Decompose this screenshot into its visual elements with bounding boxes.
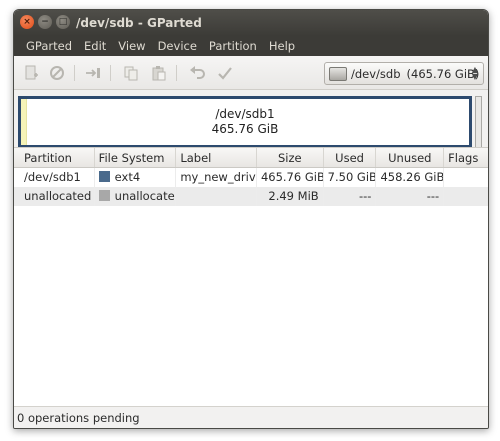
cell-size: 465.76 GiB (257, 168, 324, 187)
toolbar-separator (74, 65, 75, 81)
maximize-button[interactable]: □ (56, 15, 70, 29)
device-name: /dev/sdb (351, 66, 401, 81)
col-label[interactable]: Label (176, 148, 257, 167)
menu-view[interactable]: View (112, 39, 151, 53)
toolbar: /dev/sdb (465.76 GiB) ▲ ▼ (14, 56, 488, 90)
cell-file-system: ext4 (95, 168, 177, 187)
col-unused[interactable]: Unused (376, 148, 445, 167)
cell-file-system: unallocated (95, 187, 177, 206)
cell-partition: /dev/sdb1 (14, 168, 95, 187)
disk-graph: /dev/sdb1 465.76 GiB (14, 90, 488, 154)
unallocated-graph[interactable] (475, 96, 482, 148)
filesystem-name: ext4 (114, 170, 141, 184)
partition-graph-size: 465.76 GiB (211, 122, 279, 136)
resize-move-icon[interactable] (84, 64, 102, 82)
cell-partition: unallocated (14, 187, 95, 206)
cell-flags (444, 187, 488, 206)
harddisk-icon (329, 66, 347, 81)
cell-unused: 458.26 GiB (376, 168, 445, 187)
menu-partition[interactable]: Partition (203, 39, 263, 53)
copy-icon[interactable] (122, 64, 140, 82)
undo-icon[interactable] (188, 64, 206, 82)
partition-graph-sdb1[interactable]: /dev/sdb1 465.76 GiB (18, 96, 472, 148)
menu-device[interactable]: Device (152, 39, 203, 53)
close-button[interactable]: × (20, 15, 34, 29)
col-size[interactable]: Size (257, 148, 324, 167)
table-row[interactable]: /dev/sdb1 ext4 my_new_drive 465.76 GiB 7… (14, 168, 488, 187)
cell-label (176, 187, 257, 206)
cell-used: --- (324, 187, 377, 206)
cell-label: my_new_drive (176, 168, 257, 187)
cell-used: 7.50 GiB (324, 168, 377, 187)
col-flags[interactable]: Flags (444, 148, 488, 167)
table-header: Partition File System Label Size Used Un… (14, 148, 488, 168)
toolbar-separator (110, 65, 111, 81)
menu-bar: GParted Edit View Device Partition Help (14, 36, 488, 56)
col-partition[interactable]: Partition (14, 148, 95, 167)
new-icon[interactable] (22, 64, 40, 82)
dropdown-arrows-icon: ▲ ▼ (471, 65, 478, 81)
filesystem-name: unallocated (114, 189, 177, 203)
col-used[interactable]: Used (324, 148, 377, 167)
device-selector[interactable]: /dev/sdb (465.76 GiB) ▲ ▼ (324, 62, 484, 85)
menu-edit[interactable]: Edit (78, 39, 112, 53)
window-title: /dev/sdb - GParted (76, 16, 202, 30)
partition-graph-name: /dev/sdb1 (215, 107, 275, 121)
delete-icon[interactable] (48, 64, 66, 82)
title-bar: × − □ /dev/sdb - GParted (14, 10, 488, 36)
window-controls: × − □ (20, 15, 70, 29)
filesystem-color-swatch (98, 190, 110, 201)
toolbar-separator (176, 65, 177, 81)
status-bar: 0 operations pending (14, 406, 488, 428)
gparted-window: × − □ /dev/sdb - GParted GParted Edit Vi… (13, 9, 489, 429)
table-row[interactable]: unallocated unallocated 2.49 MiB --- --- (14, 187, 488, 206)
partition-table: Partition File System Label Size Used Un… (14, 147, 488, 407)
cell-unused: --- (376, 187, 445, 206)
minimize-button[interactable]: − (38, 15, 52, 29)
cell-flags (444, 168, 488, 187)
col-file-system[interactable]: File System (95, 148, 177, 167)
filesystem-color-swatch (98, 171, 110, 182)
menu-help[interactable]: Help (263, 39, 301, 53)
partition-graph-label: /dev/sdb1 465.76 GiB (21, 107, 469, 137)
paste-icon[interactable] (150, 64, 168, 82)
apply-icon[interactable] (216, 64, 234, 82)
cell-size: 2.49 MiB (257, 187, 324, 206)
device-size: (465.76 GiB) (406, 66, 480, 81)
menu-gparted[interactable]: GParted (20, 39, 78, 53)
